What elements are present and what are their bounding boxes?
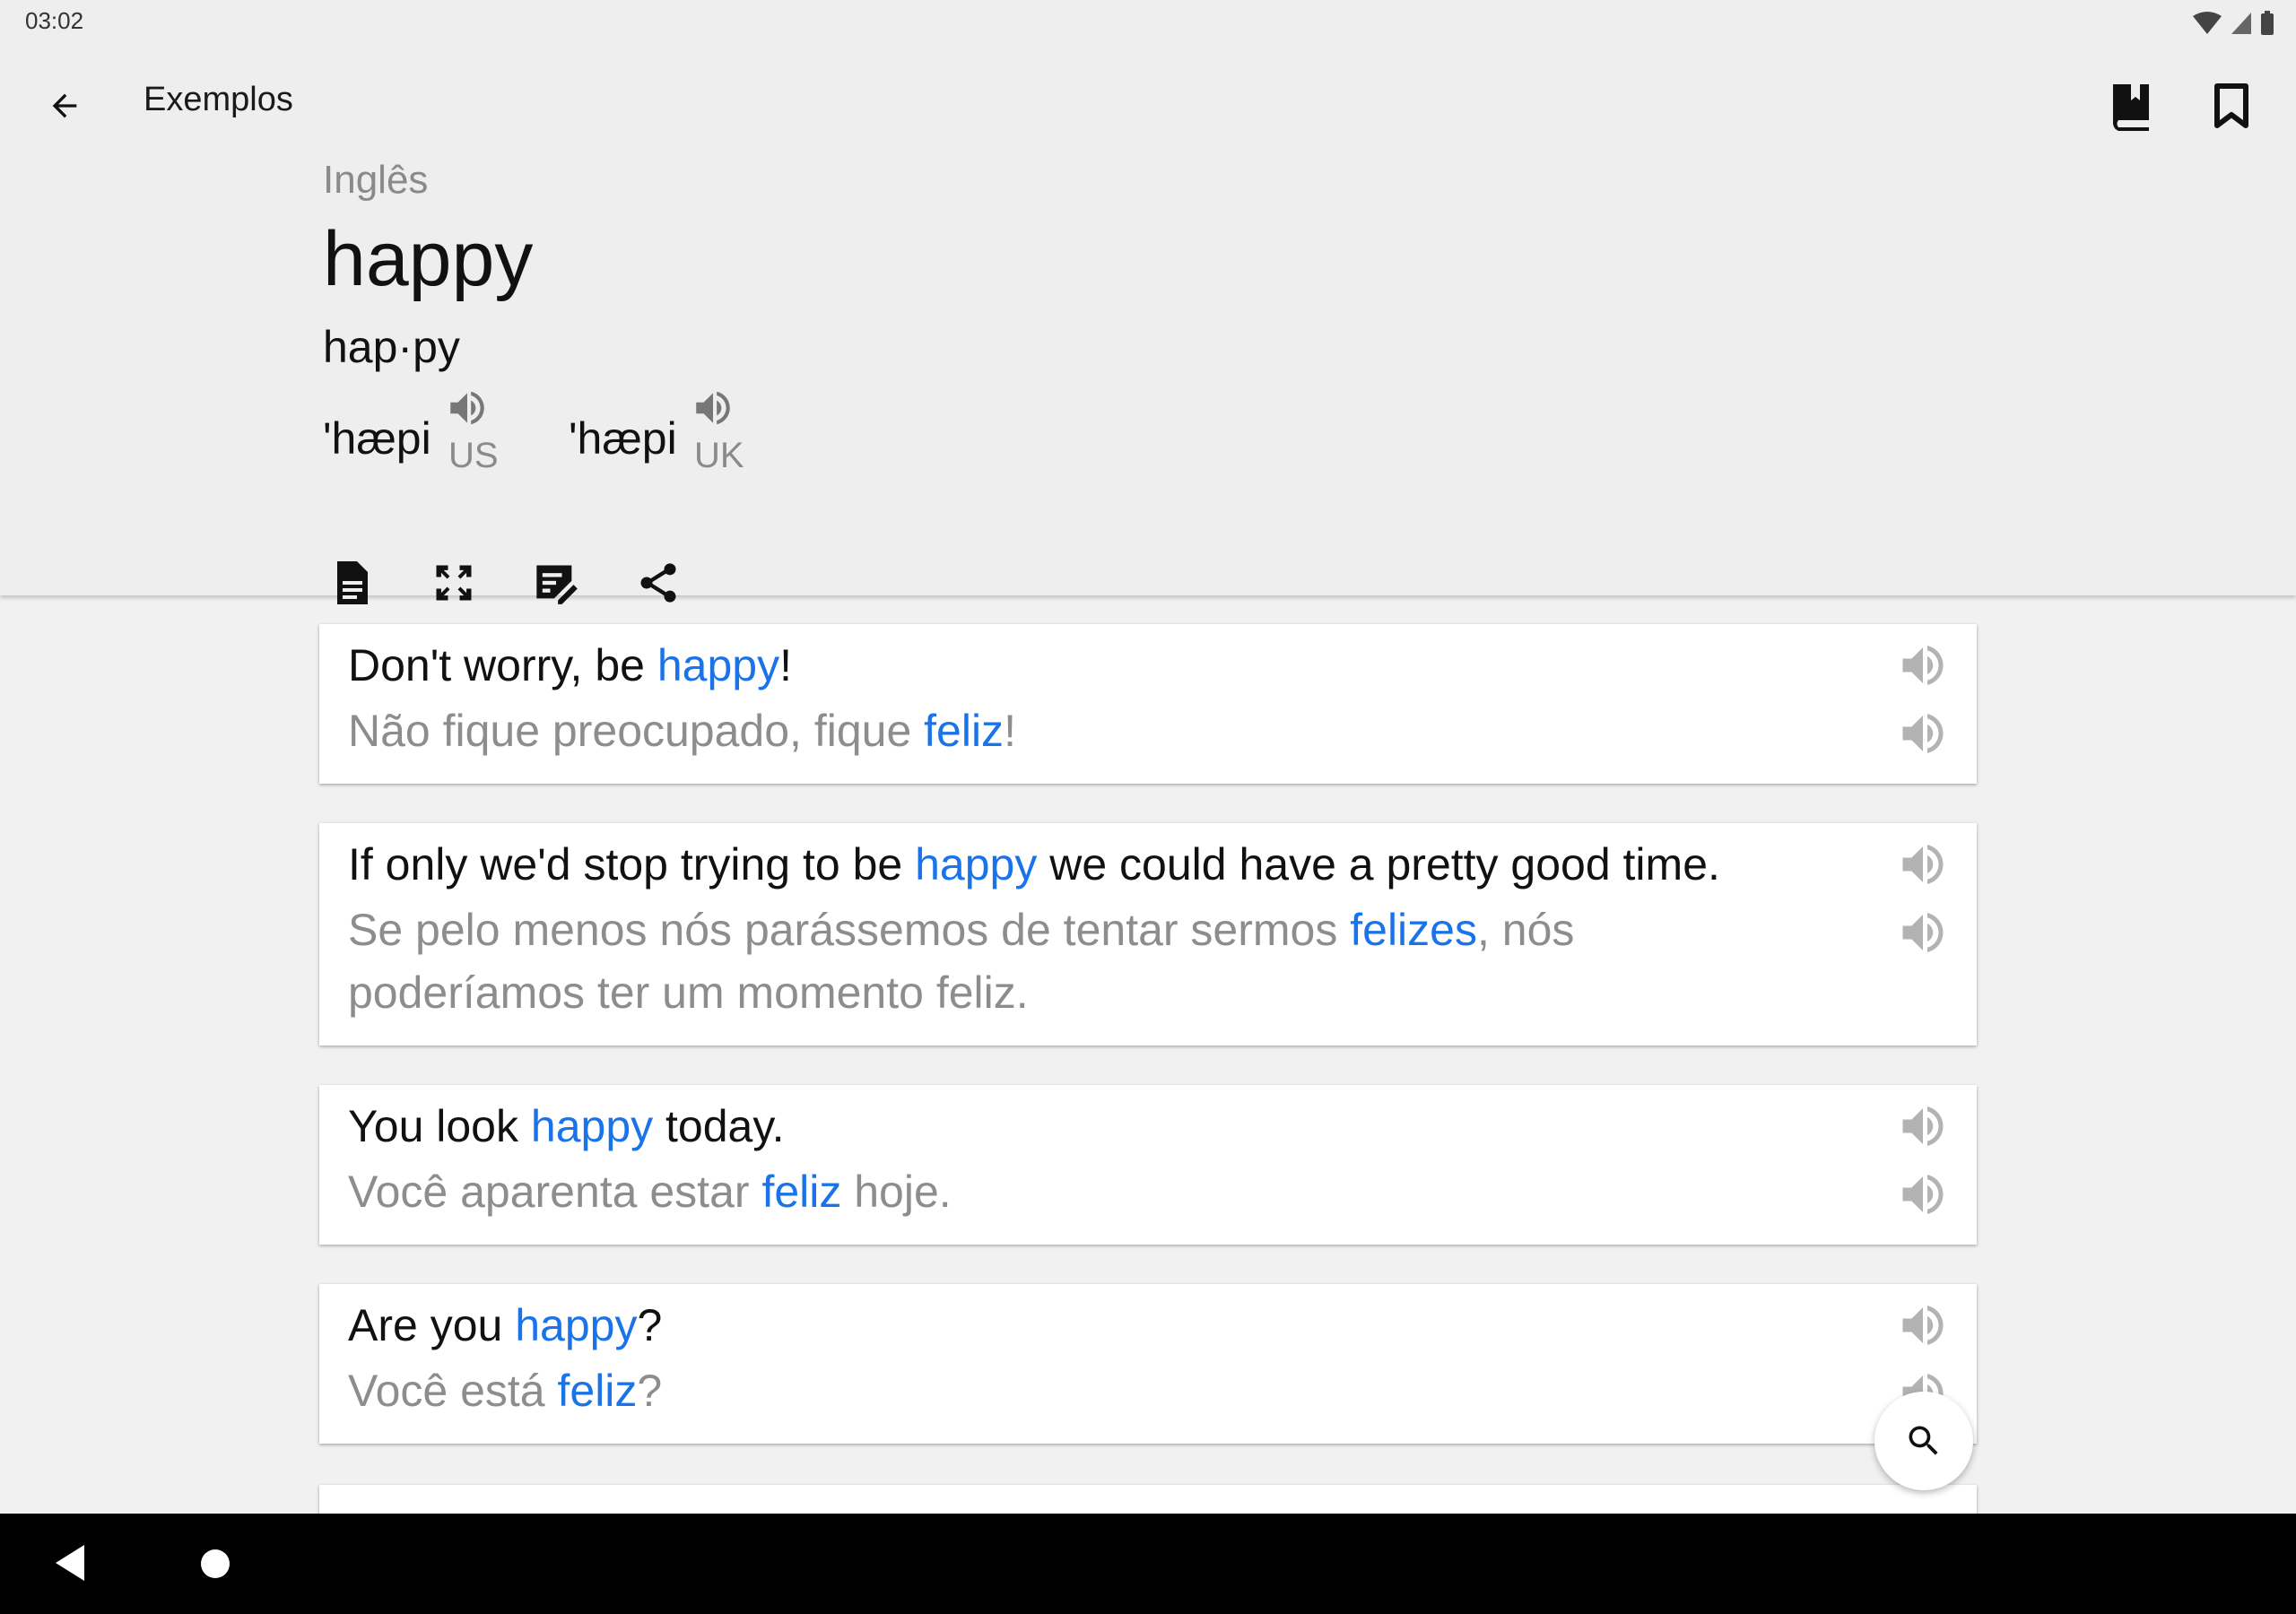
speaker-icon[interactable] [1896, 837, 1950, 891]
pronunciation-uk: 'hæpi UK [569, 386, 748, 484]
speaker-icon[interactable] [1896, 638, 1950, 692]
example-card[interactable]: You look happy today. Você aparenta esta… [319, 1085, 1977, 1245]
speaker-icon[interactable] [1896, 1099, 1950, 1153]
pronunciation-ipa: 'hæpi [569, 413, 677, 464]
system-navigation-bar [0, 1514, 2296, 1614]
pronunciation-us: 'hæpi US [323, 386, 502, 484]
example-portuguese-text: ? [637, 1366, 663, 1416]
example-english: If only we'd stop trying to be happy we … [348, 837, 1720, 891]
book-icon [2113, 84, 2149, 131]
dictionary-button[interactable] [2099, 74, 2163, 138]
signal-icon [2231, 13, 2251, 34]
example-portuguese-highlight: feliz [761, 1167, 842, 1217]
example-english-text: ? [637, 1300, 663, 1350]
search-button[interactable] [1874, 1392, 1973, 1490]
status-time: 03:02 [25, 7, 84, 34]
status-icons [2192, 9, 2274, 38]
example-english-text: Are you [348, 1300, 516, 1350]
example-english-text: we could have a pretty good time. [1037, 839, 1720, 889]
example-english-highlight: happy [657, 640, 780, 690]
example-portuguese: Você está feliz? [348, 1359, 1720, 1422]
example-portuguese-highlight: feliz [924, 706, 1004, 756]
search-icon [1909, 1426, 1938, 1455]
example-english-highlight: happy [530, 1101, 654, 1151]
example-portuguese: Não fique preocupado, fique feliz! [348, 699, 1720, 762]
fullscreen-icon [436, 565, 472, 601]
bookmark-button[interactable] [2199, 74, 2264, 138]
battery-icon [2261, 11, 2274, 35]
share-icon [640, 563, 676, 603]
example-english-text: You look [348, 1101, 531, 1151]
share-button[interactable] [630, 554, 687, 612]
example-english-text: ! [779, 640, 792, 690]
example-english-highlight: happy [515, 1300, 638, 1350]
fullscreen-button[interactable] [425, 554, 483, 612]
example-portuguese-text: Não fique preocupado, fique [348, 706, 925, 756]
example-english: You look happy today. [348, 1099, 785, 1153]
example-card[interactable]: Are you happy? Você está feliz? [319, 1284, 1977, 1444]
definition-button[interactable] [323, 554, 380, 612]
example-english: Are you happy? [348, 1298, 662, 1352]
example-portuguese-highlight: feliz [557, 1366, 638, 1416]
document-icon [337, 561, 368, 604]
back-button[interactable] [36, 77, 93, 134]
pronunciation-ipa: 'hæpi [323, 413, 431, 464]
syllabification: hap·py [323, 322, 460, 372]
example-portuguese-text: Se pelo menos nós parássemos de tentar s… [348, 905, 1351, 955]
speaker-icon[interactable] [445, 386, 490, 430]
speaker-icon[interactable] [1896, 1167, 1950, 1221]
source-language: Inglês [323, 158, 429, 202]
speaker-icon[interactable] [1896, 906, 1950, 959]
bookmark-icon [2214, 83, 2248, 128]
example-english: Don't worry, be happy! [348, 638, 792, 692]
headword: happy [323, 216, 534, 302]
nav-back-icon[interactable] [52, 1540, 88, 1585]
page-title: Exemplos [144, 81, 293, 118]
example-card[interactable]: Don't worry, be happy! Não fique preocup… [319, 624, 1977, 784]
nav-home-button[interactable] [201, 1549, 230, 1578]
example-card[interactable]: If only we'd stop trying to be happy we … [319, 823, 1977, 1046]
example-portuguese: Se pelo menos nós parássemos de tentar s… [348, 898, 1720, 1024]
example-english-text: If only we'd stop trying to be [348, 839, 916, 889]
example-portuguese-text: Você está [348, 1366, 558, 1416]
edit-note-icon [536, 565, 578, 604]
example-portuguese-text: ! [1004, 706, 1016, 756]
speaker-icon[interactable] [691, 386, 735, 430]
example-portuguese-text: Você aparenta estar [348, 1167, 762, 1217]
pronunciation-region: US [448, 436, 499, 475]
arrow-left-icon [52, 93, 77, 118]
note-button[interactable] [527, 554, 585, 612]
word-header: Exemplos Inglês happy hap·py 'hæpi US 'h… [0, 47, 2296, 604]
example-portuguese: Você aparenta estar feliz hoje. [348, 1160, 1720, 1223]
example-portuguese-highlight: felizes [1350, 905, 1477, 955]
wifi-icon [2193, 12, 2222, 34]
speaker-icon[interactable] [1896, 707, 1950, 760]
example-english-highlight: happy [915, 839, 1038, 889]
status-bar: 03:02 [0, 0, 2296, 47]
example-english-text: today. [653, 1101, 785, 1151]
example-portuguese-text: hoje. [841, 1167, 952, 1217]
example-english-text: Don't worry, be [348, 640, 657, 690]
pronunciation-region: UK [694, 436, 744, 475]
speaker-icon[interactable] [1896, 1298, 1950, 1352]
